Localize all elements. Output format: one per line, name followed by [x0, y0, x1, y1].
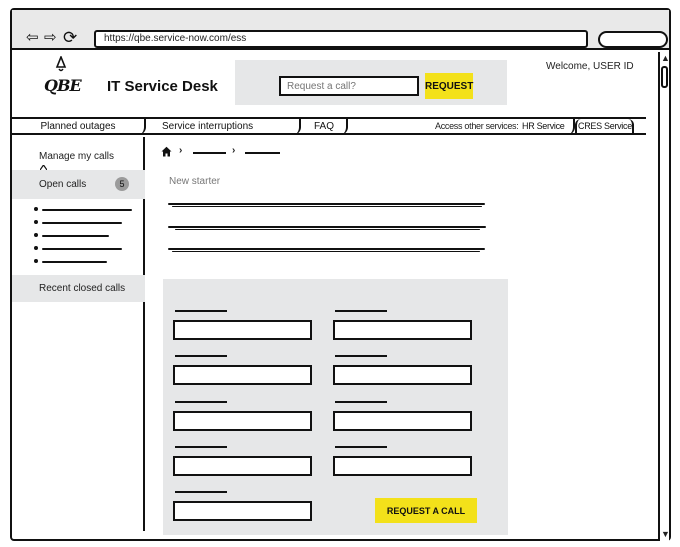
request-search-input[interactable]: [279, 76, 419, 96]
list-item[interactable]: [34, 229, 134, 242]
field-label: [335, 355, 387, 357]
sidebar-item-open-calls[interactable]: Open calls 5: [12, 170, 145, 199]
breadcrumb-link[interactable]: [193, 152, 226, 154]
form-field[interactable]: [173, 411, 312, 431]
browser-search-button[interactable]: [598, 31, 668, 48]
list-item[interactable]: [34, 255, 134, 268]
scrollbar[interactable]: ▲ ▼: [658, 52, 670, 541]
form-field[interactable]: [173, 456, 312, 476]
request-form: REQUEST A CALL: [163, 279, 508, 535]
form-field[interactable]: [173, 320, 312, 340]
page-title: New starter: [169, 176, 221, 187]
form-field[interactable]: [173, 365, 312, 385]
sidebar: Manage my calls Open calls 5 Recent clos…: [12, 137, 145, 531]
breadcrumb-separator: ›: [179, 145, 183, 156]
field-label: [175, 401, 227, 403]
qbe-logo[interactable]: QBE: [44, 56, 82, 100]
tab-faq[interactable]: FAQ: [301, 119, 348, 135]
list-item[interactable]: [34, 242, 134, 255]
field-label: [335, 446, 387, 448]
forward-icon[interactable]: ⇨: [44, 30, 57, 45]
description-line: [175, 229, 480, 230]
browser-toolbar: ⇦ ⇨ ⟳ https://qbe.service-now.com/ess: [12, 10, 669, 50]
list-item[interactable]: [34, 203, 134, 216]
description-line: [172, 251, 480, 252]
request-button[interactable]: REQUEST: [425, 73, 473, 99]
sidebar-item-label: Open calls: [39, 179, 87, 190]
scroll-down-icon[interactable]: ▼: [661, 530, 670, 539]
field-label: [335, 401, 387, 403]
field-label: [335, 310, 387, 312]
breadcrumb-link[interactable]: [245, 152, 280, 154]
home-icon[interactable]: [161, 146, 172, 157]
tab-cres-service[interactable]: CRES Service: [575, 119, 634, 135]
form-field[interactable]: [173, 501, 312, 521]
tab-service-interruptions[interactable]: Service interruptions: [146, 119, 301, 135]
field-label: [175, 355, 227, 357]
sidebar-title: Manage my calls: [39, 151, 115, 162]
description-line: [168, 248, 485, 250]
form-field[interactable]: [333, 456, 472, 476]
list-item[interactable]: [34, 216, 134, 229]
access-other-services-label: Access other services:: [435, 121, 519, 131]
description-line: [172, 206, 482, 207]
reload-icon[interactable]: ⟳: [63, 29, 77, 46]
address-bar[interactable]: https://qbe.service-now.com/ess: [94, 30, 588, 48]
field-label: [175, 446, 227, 448]
form-field[interactable]: [333, 365, 472, 385]
back-icon[interactable]: ⇦: [26, 30, 39, 45]
description-line: [168, 203, 485, 205]
welcome-text: Welcome, USER ID: [546, 61, 634, 72]
field-label: [175, 491, 227, 493]
description-line: [168, 226, 486, 228]
main-navigation: Planned outages Service interruptions FA…: [12, 117, 646, 135]
form-field[interactable]: [333, 411, 472, 431]
field-label: [175, 310, 227, 312]
tab-planned-outages[interactable]: Planned outages: [12, 119, 146, 135]
sidebar-item-label: Recent closed calls: [39, 283, 126, 294]
logo-text: QBE: [44, 76, 82, 95]
breadcrumb-separator: ›: [232, 145, 236, 156]
open-calls-list: [34, 203, 134, 268]
tab-hr-service[interactable]: HR Service: [519, 119, 575, 135]
open-calls-count-badge: 5: [115, 177, 129, 191]
sidebar-item-recent-closed-calls[interactable]: Recent closed calls: [12, 275, 145, 302]
request-a-call-button[interactable]: REQUEST A CALL: [375, 498, 477, 523]
scroll-up-icon[interactable]: ▲: [661, 54, 670, 63]
site-title: IT Service Desk: [107, 78, 218, 95]
search-panel: REQUEST: [235, 60, 507, 105]
scroll-thumb[interactable]: [661, 66, 668, 88]
bell-icon: [55, 56, 67, 72]
form-field[interactable]: [333, 320, 472, 340]
